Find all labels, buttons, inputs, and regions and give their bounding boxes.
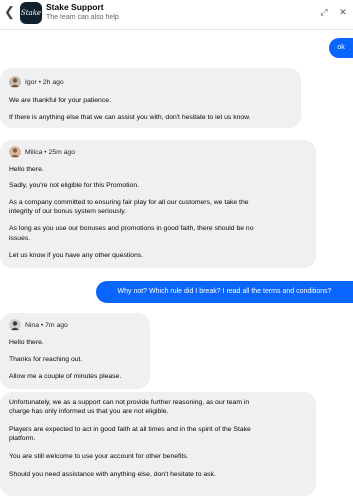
message-line: platform.: [9, 435, 36, 442]
message-text: ok: [337, 44, 345, 51]
message-line: Let us know if you have any other questi…: [9, 252, 144, 259]
outgoing-message: ok: [329, 38, 353, 58]
chat-subtitle: The team can also help: [46, 14, 119, 21]
timestamp: 25m ago: [48, 148, 75, 156]
avatar: [9, 76, 21, 88]
message-line: Allow me a couple of minutes please.: [9, 373, 122, 380]
message-line: Unfortunately, we as a support can not p…: [9, 399, 250, 406]
timestamp: 7m ago: [45, 321, 68, 329]
close-icon[interactable]: ✕: [337, 6, 349, 18]
incoming-message: Unfortunately, we as a support can not p…: [0, 392, 316, 496]
chat-title: Stake Support: [46, 2, 104, 12]
outgoing-message: Why not? Which rule did I break? I read …: [96, 281, 353, 303]
timestamp: 2h ago: [42, 78, 64, 86]
message-text: Why not? Which rule did I break? I read …: [117, 288, 332, 295]
message-line: Sadly, you're not eligible for this Prom…: [9, 182, 140, 189]
message-header: Igor • 2h ago: [9, 76, 64, 88]
message-line: Thanks for reaching out.: [9, 356, 83, 363]
stake-logo: Stake: [20, 2, 42, 24]
message-line: Players are expected to act in good fait…: [9, 426, 251, 433]
expand-icon[interactable]: ⤢: [318, 6, 330, 18]
message-line: issues.: [9, 235, 31, 242]
author-name: Milica: [25, 148, 43, 156]
message-line: We are thankful for your patience.: [9, 97, 111, 104]
message-line: Hello there.: [9, 339, 44, 346]
chat-header: ❮ Stake Stake Support The team can also …: [0, 0, 353, 30]
author-name: Igor: [25, 78, 37, 86]
message-header: Milica • 25m ago: [9, 146, 75, 158]
message-line: integrity of our bonus system seriously.: [9, 208, 126, 215]
message-line: As a company committed to ensuring fair …: [9, 199, 249, 206]
message-line: charge has only informed us that you are…: [9, 408, 169, 415]
chevron-left-icon[interactable]: ❮: [4, 4, 18, 20]
message-line: As long as you use our bonuses and promo…: [9, 225, 254, 232]
incoming-message: Nina • 7m ago Hello there. Thanks for re…: [0, 313, 150, 389]
incoming-message: Igor • 2h ago We are thankful for your p…: [0, 68, 301, 128]
message-line: Should you need assistance with anything…: [9, 471, 216, 478]
author-name: Nina: [25, 321, 39, 329]
message-header: Nina • 7m ago: [9, 319, 68, 331]
message-line: If there is anything else that we can as…: [9, 114, 251, 121]
message-line: Hello there.: [9, 166, 44, 173]
avatar: [9, 146, 21, 158]
incoming-message: Milica • 25m ago Hello there. Sadly, you…: [0, 140, 316, 268]
avatar: [9, 319, 21, 331]
message-line: You are still welcome to use your accoun…: [9, 453, 189, 460]
